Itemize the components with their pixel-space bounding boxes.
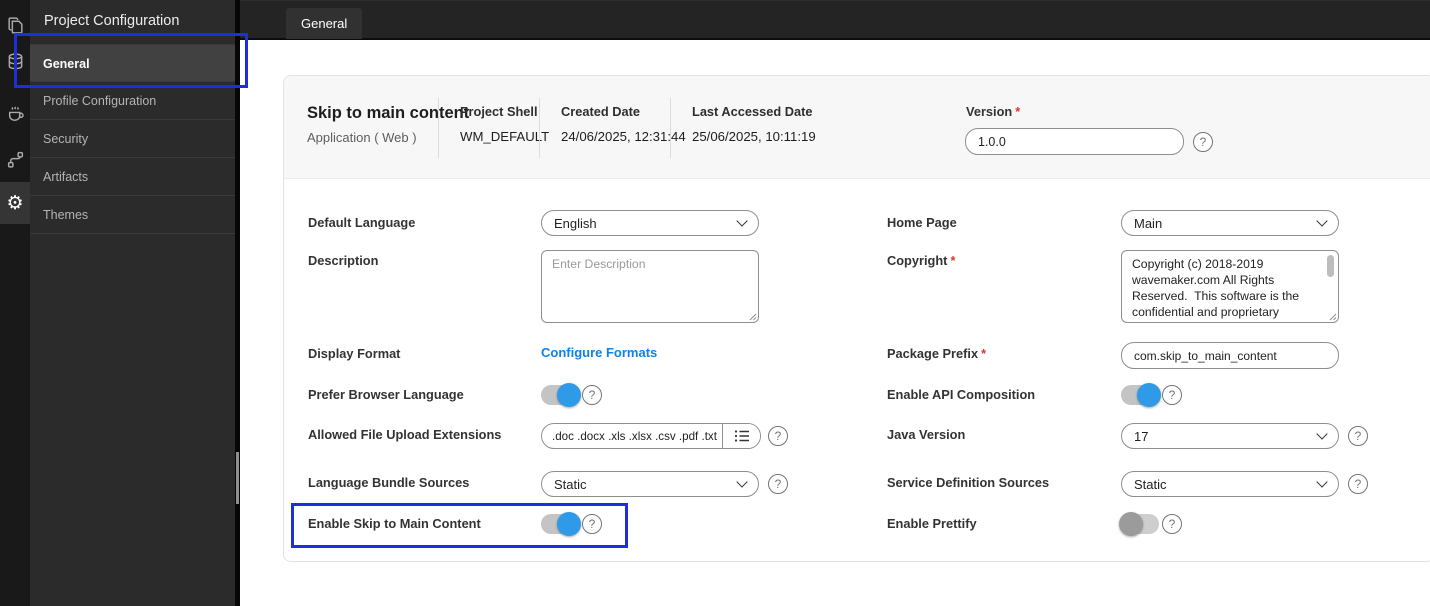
- settings-gear-icon[interactable]: ⚙: [0, 182, 30, 224]
- scrollbar-thumb[interactable]: [236, 452, 239, 504]
- resize-handle-icon[interactable]: [1327, 311, 1337, 321]
- copyright-textarea[interactable]: Copyright (c) 2018-2019 wavemaker.com Al…: [1121, 250, 1339, 323]
- info-value: 25/06/2025, 10:11:19: [692, 129, 816, 144]
- required-asterisk: *: [1015, 104, 1021, 119]
- required-asterisk: *: [981, 346, 987, 361]
- help-icon[interactable]: ?: [1193, 132, 1213, 152]
- package-prefix-label: Package Prefix *: [887, 346, 987, 361]
- chevron-down-icon: [1316, 476, 1328, 488]
- info-last-accessed-date: Last Accessed Date 25/06/2025, 10:11:19: [670, 98, 816, 158]
- display-format-label: Display Format: [308, 346, 401, 361]
- configure-formats-link[interactable]: Configure Formats: [541, 345, 657, 360]
- extensions-list-button[interactable]: [722, 424, 760, 448]
- sidebar-item-general[interactable]: General: [30, 44, 235, 82]
- chevron-down-icon: [1316, 428, 1328, 440]
- service-definition-sources-label: Service Definition Sources: [887, 475, 1050, 490]
- sidebar-item-security[interactable]: Security: [30, 120, 235, 158]
- info-label: Last Accessed Date: [692, 104, 813, 119]
- home-page-label: Home Page: [887, 215, 957, 230]
- java-version-label: Java Version: [887, 427, 966, 442]
- description-textarea[interactable]: [541, 250, 759, 323]
- toggle-knob: [1119, 512, 1143, 536]
- prefer-browser-language-label: Prefer Browser Language: [308, 387, 464, 402]
- toggle-knob: [557, 383, 581, 407]
- enable-prettify-toggle[interactable]: [1119, 512, 1159, 536]
- help-icon[interactable]: ?: [582, 514, 602, 534]
- enable-prettify-label: Enable Prettify: [887, 516, 977, 531]
- package-prefix-input[interactable]: [1121, 342, 1339, 369]
- project-subtitle: Application ( Web ): [307, 130, 417, 145]
- description-label: Description: [308, 253, 379, 268]
- pages-icon-glyph: [7, 16, 23, 34]
- select-value: Static: [554, 476, 587, 492]
- chevron-down-icon: [1316, 215, 1328, 227]
- app-icon-strip: ⚙: [0, 0, 30, 606]
- allowed-extensions-input[interactable]: .doc .docx .xls .xlsx .csv .pdf .txt: [542, 430, 722, 443]
- list-icon: [734, 430, 749, 442]
- help-icon[interactable]: ?: [1162, 514, 1182, 534]
- select-value: Static: [1134, 476, 1167, 492]
- chevron-down-icon: [736, 215, 748, 227]
- info-created-date: Created Date 24/06/2025, 12:31:44: [539, 98, 686, 158]
- coffee-java-icon[interactable]: [0, 96, 30, 130]
- info-label: Project Shell: [460, 104, 538, 119]
- sidebar-menu: General Profile Configuration Security A…: [30, 44, 235, 234]
- default-language-select[interactable]: English: [541, 210, 759, 236]
- gear-icon: ⚙: [6, 192, 24, 214]
- allowed-file-upload-extensions-label: Allowed File Upload Extensions: [308, 427, 502, 442]
- prefer-browser-language-toggle[interactable]: [541, 383, 581, 407]
- copyright-label: Copyright *: [887, 253, 956, 268]
- info-value: WM_DEFAULT: [460, 129, 550, 144]
- topbar: General: [240, 0, 1430, 40]
- coffee-icon-glyph: [8, 106, 24, 121]
- sidebar-scrollbar[interactable]: [235, 0, 240, 606]
- help-icon[interactable]: ?: [1348, 474, 1368, 494]
- home-page-select[interactable]: Main: [1121, 210, 1339, 236]
- select-value: 17: [1134, 428, 1149, 444]
- pages-icon[interactable]: [0, 8, 30, 42]
- select-value: English: [554, 215, 597, 231]
- resize-handle-icon[interactable]: [747, 311, 757, 321]
- sidebar-item-profile-configuration[interactable]: Profile Configuration: [30, 82, 235, 120]
- sidebar-item-artifacts[interactable]: Artifacts: [30, 158, 235, 196]
- chevron-down-icon: [736, 476, 748, 488]
- tab-general[interactable]: General: [286, 8, 363, 39]
- allowed-extensions-input-group: .doc .docx .xls .xlsx .csv .pdf .txt: [541, 423, 761, 449]
- help-icon[interactable]: ?: [768, 474, 788, 494]
- database-icon-glyph: [8, 52, 22, 69]
- java-version-select[interactable]: 17: [1121, 423, 1339, 449]
- help-icon[interactable]: ?: [768, 426, 788, 446]
- default-language-label: Default Language: [308, 215, 416, 230]
- database-icon[interactable]: [0, 44, 30, 78]
- general-settings-card: Skip to main content Application ( Web )…: [283, 75, 1430, 562]
- required-asterisk: *: [950, 253, 956, 268]
- language-bundle-sources-select[interactable]: Static: [541, 471, 759, 497]
- version-input[interactable]: [965, 128, 1184, 155]
- version-label: Version *: [966, 104, 1021, 119]
- help-icon[interactable]: ?: [582, 385, 602, 405]
- enable-skip-to-main-content-label: Enable Skip to Main Content: [308, 516, 481, 531]
- project-configuration-sidebar: Project Configuration General Profile Co…: [30, 0, 235, 606]
- sidebar-item-themes[interactable]: Themes: [30, 196, 235, 234]
- enable-api-composition-toggle[interactable]: [1121, 383, 1161, 407]
- help-icon[interactable]: ?: [1348, 426, 1368, 446]
- project-info-header: Skip to main content Application ( Web )…: [284, 76, 1430, 179]
- workflow-icon[interactable]: [0, 142, 30, 176]
- select-value: Main: [1134, 215, 1163, 231]
- help-icon[interactable]: ?: [1162, 385, 1182, 405]
- enable-skip-to-main-content-toggle[interactable]: [541, 512, 581, 536]
- toggle-knob: [557, 512, 581, 536]
- info-value: 24/06/2025, 12:31:44: [561, 129, 686, 144]
- sidebar-title: Project Configuration: [44, 13, 180, 29]
- enable-api-composition-label: Enable API Composition: [887, 387, 1036, 402]
- service-definition-sources-select[interactable]: Static: [1121, 471, 1339, 497]
- info-label: Created Date: [561, 104, 640, 119]
- language-bundle-sources-label: Language Bundle Sources: [308, 475, 470, 490]
- textarea-scrollbar-thumb[interactable]: [1327, 255, 1334, 277]
- toggle-knob: [1137, 383, 1161, 407]
- info-project-shell: Project Shell WM_DEFAULT: [438, 98, 549, 158]
- workflow-icon-glyph: [7, 151, 23, 168]
